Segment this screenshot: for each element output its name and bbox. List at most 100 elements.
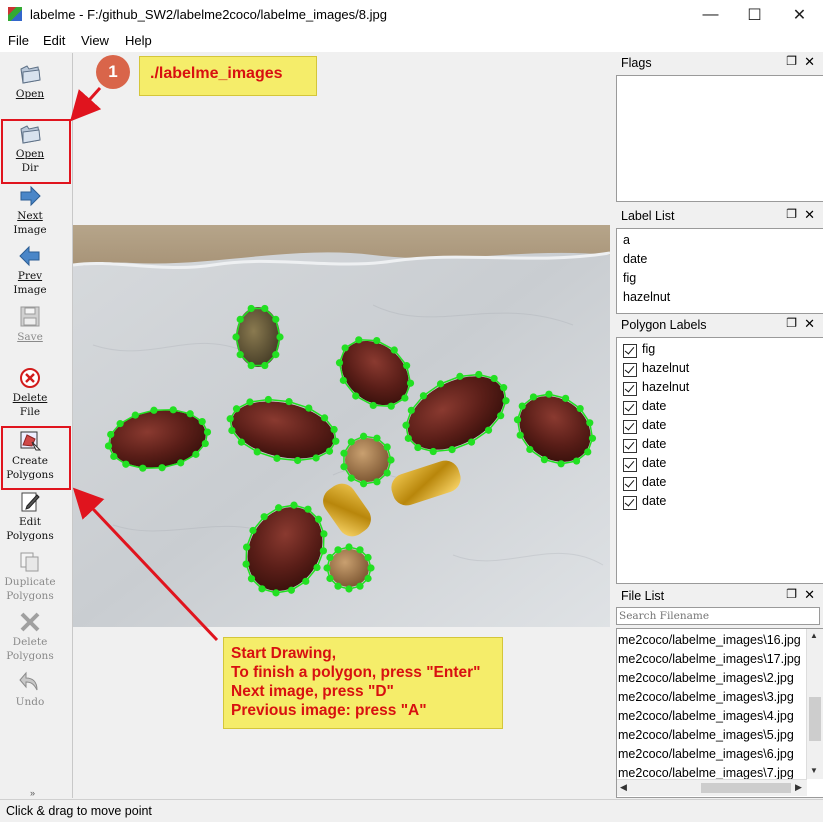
polygon-vertex[interactable] [276, 333, 284, 341]
polygon-vertex[interactable] [177, 459, 185, 467]
polygon-vertex[interactable] [540, 456, 548, 464]
open-button[interactable]: Open [0, 63, 60, 101]
polygon-vertex[interactable] [419, 392, 428, 400]
polygon-vertex[interactable] [258, 585, 266, 593]
polygon-vertex[interactable] [576, 404, 584, 413]
polygon-label-item[interactable]: date [642, 475, 666, 489]
polygon-label-item[interactable]: date [642, 418, 666, 432]
visibility-checkbox[interactable] [623, 477, 637, 491]
polygon-vertex[interactable] [345, 585, 353, 593]
polygon-vertex[interactable] [304, 505, 312, 513]
edit-polygons-button[interactable]: Edit Polygons [0, 491, 60, 543]
polygon-vertex[interactable] [518, 402, 526, 410]
maximize-icon[interactable]: ☐ [732, 0, 777, 30]
polygon-vertex[interactable] [484, 426, 493, 434]
file-list-item[interactable]: me2coco/labelme_images\5.jpg [618, 728, 794, 742]
polygon-vertex[interactable] [264, 395, 272, 404]
polygon-vertex[interactable] [203, 428, 212, 436]
polygon-vertex[interactable] [320, 530, 328, 538]
polygon-vertex[interactable] [139, 464, 147, 472]
polygon-vertex[interactable] [232, 405, 241, 413]
close-icon[interactable]: ✕ [804, 316, 815, 332]
polygon-vertex[interactable] [364, 553, 372, 562]
polygon-vertex[interactable] [314, 515, 323, 523]
polygon-vertex[interactable] [319, 547, 328, 555]
polygon-vertex[interactable] [572, 457, 581, 465]
close-icon[interactable]: ✕ [804, 54, 815, 70]
polygon-vertex[interactable] [383, 469, 391, 477]
polygon-vertex[interactable] [272, 589, 280, 597]
flags-list[interactable] [616, 75, 823, 202]
polygon-vertex[interactable] [290, 501, 298, 509]
polygon-vertex[interactable] [340, 449, 348, 457]
polygon-vertex[interactable] [323, 564, 331, 572]
polygon-labels-list[interactable]: fig hazelnut hazelnut date date date date date d… [616, 337, 823, 584]
polygon-vertex[interactable] [330, 425, 338, 434]
polygon-vertex[interactable] [242, 560, 250, 568]
polygon-vertex[interactable] [326, 553, 334, 562]
polygon-vertex[interactable] [390, 346, 398, 354]
visibility-checkbox[interactable] [623, 401, 637, 415]
visibility-checkbox[interactable] [623, 439, 637, 453]
list-item[interactable]: fig [623, 271, 636, 285]
polygon-vertex[interactable] [116, 420, 124, 428]
polygon-vertex[interactable] [237, 438, 245, 446]
polygon-vertex[interactable] [402, 421, 410, 429]
polygon-vertex[interactable] [341, 344, 349, 352]
vertical-scrollbar[interactable]: ▲ ▼ [806, 629, 823, 779]
scroll-down-icon[interactable]: ▼ [810, 766, 818, 775]
scroll-thumb[interactable] [701, 783, 791, 793]
polygon-vertex[interactable] [340, 463, 348, 471]
polygon-vertex[interactable] [475, 370, 483, 379]
polygon-vertex[interactable] [407, 406, 415, 414]
polygon-vertex[interactable] [562, 394, 570, 402]
polygon-vertex[interactable] [201, 439, 209, 448]
list-item[interactable]: a [623, 233, 630, 247]
polygon-vertex[interactable] [448, 446, 456, 454]
search-filename-input[interactable] [616, 607, 820, 625]
polygon-vertex[interactable] [261, 304, 269, 313]
polygon-vertex[interactable] [497, 412, 505, 420]
menu-edit[interactable]: Edit [43, 33, 65, 48]
polygon-vertex[interactable] [359, 432, 368, 440]
polygon-vertex[interactable] [122, 460, 130, 468]
polygon-vertex[interactable] [247, 361, 255, 370]
float-icon[interactable]: ❐ [786, 587, 797, 601]
scroll-thumb[interactable] [809, 697, 821, 741]
file-list-item[interactable]: me2coco/labelme_images\4.jpg [618, 709, 794, 723]
polygon-vertex[interactable] [513, 416, 522, 424]
polygon-vertex[interactable] [253, 448, 261, 456]
polygon-vertex[interactable] [456, 372, 464, 380]
polygon-vertex[interactable] [387, 402, 395, 410]
scroll-up-icon[interactable]: ▲ [810, 631, 818, 640]
polygon-vertex[interactable] [242, 543, 251, 551]
polygon-vertex[interactable] [198, 417, 206, 426]
polygon-vertex[interactable] [345, 543, 353, 551]
polygon-vertex[interactable] [526, 445, 534, 454]
polygon-vertex[interactable] [260, 513, 268, 521]
toolbar-extension-icon[interactable]: » [30, 788, 35, 798]
polygon-vertex[interactable] [272, 351, 280, 359]
polygon-vertex[interactable] [557, 460, 565, 468]
file-list-item[interactable]: me2coco/labelme_images\17.jpg [618, 652, 801, 666]
polygon-vertex[interactable] [228, 426, 236, 435]
polygon-label-item[interactable]: hazelnut [642, 380, 689, 394]
polygon-vertex[interactable] [347, 438, 355, 446]
polygon-vertex[interactable] [429, 447, 437, 456]
scroll-left-icon[interactable]: ◀ [620, 782, 627, 793]
polygon-vertex[interactable] [285, 398, 293, 406]
visibility-checkbox[interactable] [623, 420, 637, 434]
file-list-item[interactable]: me2coco/labelme_images\7.jpg [618, 766, 794, 780]
polygon-label-item[interactable]: date [642, 456, 666, 470]
polygon-vertex[interactable] [373, 478, 381, 486]
polygon-vertex[interactable] [335, 359, 344, 367]
polygon-vertex[interactable] [404, 434, 412, 442]
polygon-vertex[interactable] [467, 438, 476, 446]
polygon-vertex[interactable] [383, 443, 391, 451]
polygon-vertex[interactable] [529, 393, 538, 401]
polygon-vertex[interactable] [261, 361, 269, 370]
polygon-vertex[interactable] [326, 574, 334, 583]
save-button[interactable]: Save [0, 306, 60, 344]
polygon-vertex[interactable] [490, 374, 498, 383]
polygon-label-item[interactable]: date [642, 494, 666, 508]
